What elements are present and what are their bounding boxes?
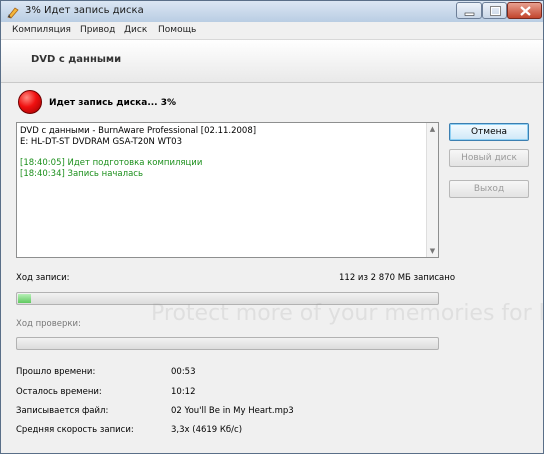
page-title: DVD с данными [31, 54, 122, 65]
log-line: E: HL-DT-ST DVDRAM GSA-T20N WT03 [20, 137, 182, 147]
app-icon [7, 7, 19, 19]
remaining-value: 10:12 [171, 387, 196, 397]
current-file-value: 02 You'll Be in My Heart.mp3 [171, 406, 294, 416]
scroll-down-icon[interactable]: ▼ [428, 246, 437, 256]
log-line: DVD с данными - BurnAware Professional [… [20, 126, 257, 136]
title-bar[interactable]: 3% Идет запись диска [1, 1, 543, 23]
menu-help[interactable]: Помощь [158, 25, 196, 35]
new-disc-button[interactable]: Новый диск [449, 149, 529, 167]
scroll-up-icon[interactable]: ▲ [428, 124, 437, 134]
window-title: 3% Идет запись диска [25, 5, 144, 16]
write-progress-info: 112 из 2 870 МБ записано [339, 273, 456, 283]
write-progress-label: Ход записи: [16, 273, 70, 283]
main-window: 3% Идет запись диска Компиляция Привод Д… [0, 0, 544, 454]
verify-progress-bar [16, 337, 439, 350]
close-button[interactable] [507, 2, 542, 19]
menu-bar: Компиляция Привод Диск Помощь [1, 22, 543, 40]
recording-icon [18, 90, 42, 114]
menu-compilation[interactable]: Компиляция [12, 25, 71, 35]
log-scrollbar[interactable]: ▲ ▼ [426, 123, 438, 257]
log-line: [18:40:34] Запись началась [20, 169, 143, 179]
close-icon [520, 6, 531, 16]
header-panel: DVD с данными [1, 40, 543, 83]
elapsed-label: Прошло времени: [16, 367, 96, 377]
elapsed-value: 00:53 [171, 367, 196, 377]
watermark-text: Protect more of your memories for less! [151, 301, 544, 326]
cancel-button[interactable]: Отмена [449, 123, 529, 141]
minimize-icon [464, 12, 475, 16]
status-text: Идет запись диска... 3% [49, 98, 177, 108]
remaining-label: Осталось времени: [16, 387, 102, 397]
speed-label: Средняя скорость записи: [16, 425, 134, 435]
speed-value: 3,3x (4619 Кб/с) [171, 425, 243, 435]
verify-progress-label: Ход проверки: [16, 319, 81, 329]
current-file-label: Записывается файл: [16, 406, 109, 416]
maximize-button[interactable] [482, 2, 507, 19]
menu-disc[interactable]: Диск [124, 25, 147, 35]
exit-button[interactable]: Выход [449, 180, 529, 198]
menu-drive[interactable]: Привод [80, 25, 115, 35]
log-line: [18:40:05] Идет подготовка компиляции [20, 158, 203, 168]
maximize-icon [490, 6, 501, 16]
log-box[interactable]: DVD с данными - BurnAware Professional [… [16, 122, 439, 258]
minimize-button[interactable] [456, 2, 482, 19]
write-progress-fill [18, 294, 31, 303]
